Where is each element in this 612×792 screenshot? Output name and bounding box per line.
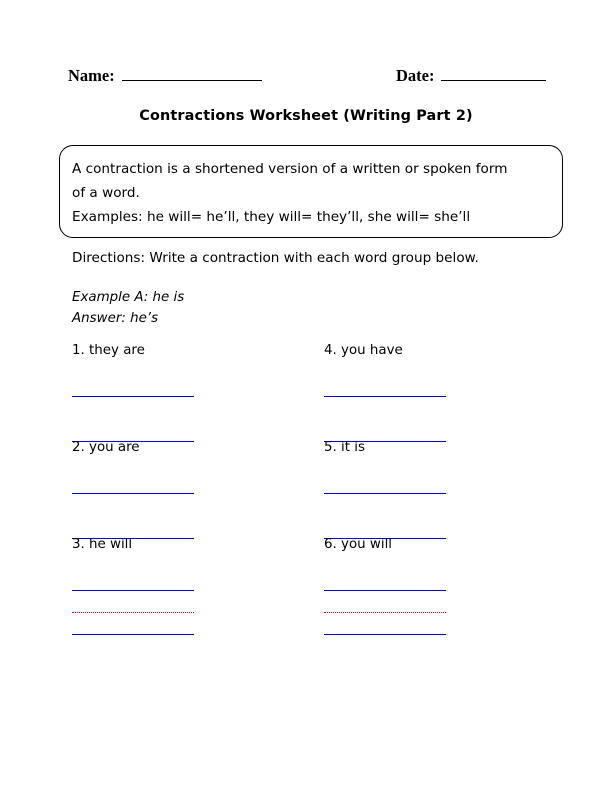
definition-line-2: of a word. (72, 185, 140, 201)
answer-lines[interactable] (72, 566, 194, 635)
name-field-group: Name: (68, 66, 262, 86)
writing-line[interactable] (324, 396, 446, 397)
question-item-4: 4. you have (324, 342, 514, 442)
header-fields: Name: Date: (68, 66, 548, 92)
question-item-6: 6. you will (324, 536, 514, 635)
guide-line-dotted (324, 612, 446, 613)
question-label: 5. it is (324, 440, 365, 455)
question-item-5: 5. it is (324, 439, 514, 539)
answer-lines[interactable] (72, 372, 194, 442)
answer-lines[interactable] (72, 469, 194, 539)
question-item-2: 2. you are (72, 439, 262, 539)
date-write-line[interactable] (441, 66, 547, 81)
name-write-line[interactable] (121, 66, 262, 81)
date-field-group: Date: (396, 66, 547, 86)
writing-line[interactable] (72, 590, 194, 591)
example-answer: Answer: he’s (72, 311, 159, 326)
question-row: 1. they are 4. you have (0, 342, 612, 442)
guide-line-dotted (72, 612, 194, 613)
answer-lines[interactable] (324, 469, 446, 539)
date-label: Date: (396, 66, 435, 85)
page-title: Contractions Worksheet (Writing Part 2) (139, 108, 473, 124)
writing-line[interactable] (324, 634, 446, 635)
example-prompt: Example A: he is (72, 290, 185, 305)
name-label: Name: (68, 66, 115, 85)
question-grid: 1. they are 4. you have 2. you are 5. it… (0, 342, 612, 635)
question-label: 6. you will (324, 537, 393, 552)
example-block: Example A: he is Answer: he’s (72, 287, 184, 329)
definition-box: A contraction is a shortened version of … (59, 145, 563, 238)
definition-line-3: Examples: he will= he’ll, they will= the… (72, 209, 471, 225)
question-label: 1. they are (72, 343, 145, 358)
writing-line[interactable] (324, 590, 446, 591)
answer-lines[interactable] (324, 372, 446, 442)
writing-line[interactable] (72, 634, 194, 635)
question-label: 2. you are (72, 440, 140, 455)
question-label: 4. you have (324, 343, 403, 358)
worksheet-page: Name: Date: Contractions Worksheet (Writ… (0, 0, 612, 792)
writing-line[interactable] (324, 493, 446, 494)
question-item-1: 1. they are (72, 342, 262, 442)
writing-line[interactable] (72, 493, 194, 494)
directions-text: Directions: Write a contraction with eac… (72, 250, 479, 266)
question-label: 3. he will (72, 537, 133, 552)
question-row: 2. you are 5. it is (0, 439, 612, 539)
question-item-3: 3. he will (72, 536, 262, 635)
definition-line-1: A contraction is a shortened version of … (72, 161, 508, 177)
writing-line[interactable] (72, 396, 194, 397)
answer-lines[interactable] (324, 566, 446, 635)
question-row: 3. he will 6. you will (0, 536, 612, 635)
